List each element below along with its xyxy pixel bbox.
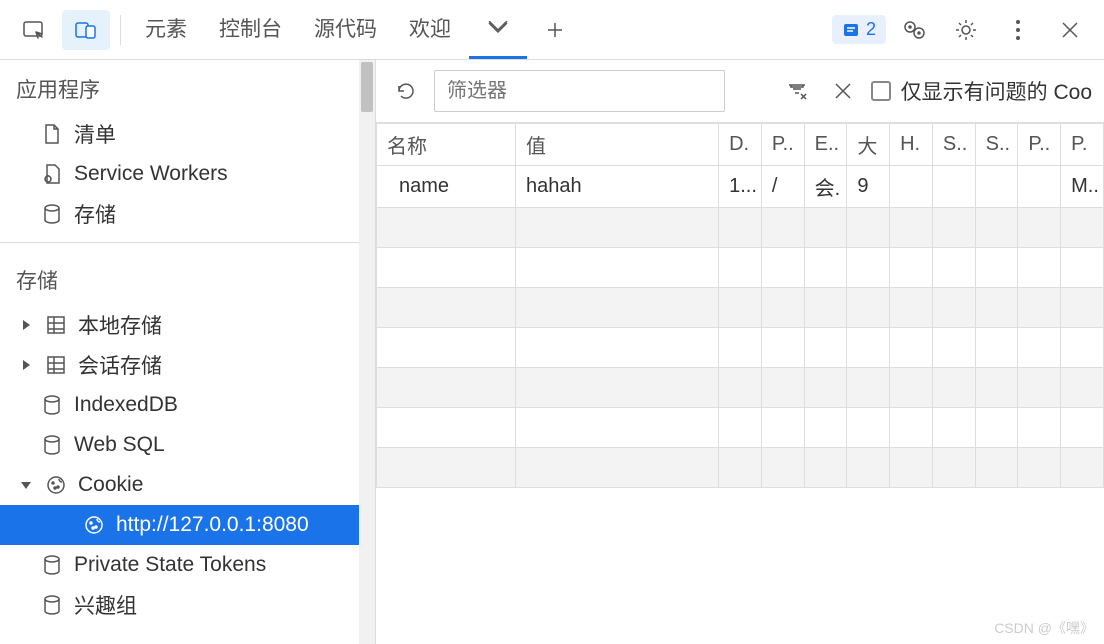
- table-row[interactable]: name hahah 1... / 会. 9 M..: [377, 166, 1104, 208]
- clear-filter-button[interactable]: [779, 73, 815, 109]
- scrollbar-track[interactable]: [359, 60, 375, 644]
- col-domain[interactable]: D.: [719, 124, 762, 166]
- col-value[interactable]: 值: [515, 124, 718, 166]
- filter-input[interactable]: [434, 70, 725, 112]
- sidebar-item-service-workers[interactable]: Service Workers: [0, 154, 375, 194]
- sidebar-item-private-state-tokens[interactable]: Private State Tokens: [0, 545, 375, 585]
- file-icon: [40, 122, 64, 146]
- table-row-empty: [377, 368, 1104, 408]
- sidebar-item-cookie-origin[interactable]: http://127.0.0.1:8080: [0, 505, 375, 545]
- issues-badge[interactable]: 2: [832, 15, 886, 44]
- expand-arrow-icon[interactable]: [18, 319, 34, 331]
- add-tab-button[interactable]: [531, 10, 579, 50]
- database-icon: [40, 593, 64, 617]
- kebab-menu-icon[interactable]: [994, 10, 1042, 50]
- sidebar-item-interest-groups[interactable]: 兴趣组: [0, 585, 375, 625]
- filter-bar: 仅显示有问题的 Coo: [376, 60, 1104, 123]
- sidebar-label: 兴趣组: [74, 590, 137, 620]
- top-toolbar: 元素 控制台 源代码 欢迎 2: [0, 0, 1104, 60]
- collapse-arrow-icon[interactable]: [18, 480, 34, 490]
- sidebar-label: http://127.0.0.1:8080: [116, 513, 309, 537]
- device-toolbar-icon[interactable]: [62, 10, 110, 50]
- cell-expires[interactable]: 会.: [804, 166, 847, 208]
- cookie-table: 名称 值 D. P.. E.. 大 H. S.. S.. P.. P.: [376, 123, 1104, 644]
- tab-elements[interactable]: 元素: [131, 1, 201, 59]
- only-issues-checkbox[interactable]: [871, 81, 891, 101]
- sidebar-item-storage-overview[interactable]: 存储: [0, 194, 375, 234]
- table-row-empty: [377, 248, 1104, 288]
- sidebar-label: 清单: [74, 119, 116, 149]
- col-size[interactable]: 大: [847, 124, 890, 166]
- sidebar-item-cookie[interactable]: Cookie: [0, 465, 375, 505]
- database-icon: [40, 553, 64, 577]
- sidebar-label: 会话存储: [78, 350, 162, 380]
- table-row-empty: [377, 448, 1104, 488]
- only-issues-label: 仅显示有问题的 Coo: [901, 76, 1092, 106]
- cookie-icon: [82, 513, 106, 537]
- separator: [120, 15, 121, 45]
- sidebar-item-manifest[interactable]: 清单: [0, 114, 375, 154]
- database-icon: [40, 393, 64, 417]
- table-row-empty: [377, 288, 1104, 328]
- gear-file-icon: [40, 162, 64, 186]
- inspect-element-icon[interactable]: [10, 10, 58, 50]
- cell-secure[interactable]: [932, 166, 975, 208]
- col-name[interactable]: 名称: [377, 124, 516, 166]
- close-devtools-icon[interactable]: [1046, 10, 1094, 50]
- watermark: CSDN @《嘿》: [994, 618, 1094, 638]
- sidebar-item-indexeddb[interactable]: IndexedDB: [0, 385, 375, 425]
- cell-domain[interactable]: 1...: [719, 166, 762, 208]
- tab-console[interactable]: 控制台: [205, 1, 296, 59]
- table-header-row: 名称 值 D. P.. E.. 大 H. S.. S.. P.. P.: [377, 124, 1104, 166]
- grid-icon: [44, 313, 68, 337]
- scrollbar-thumb[interactable]: [361, 62, 373, 112]
- col-samesite[interactable]: S..: [975, 124, 1018, 166]
- cell-httponly[interactable]: [890, 166, 933, 208]
- table-row-empty: [377, 408, 1104, 448]
- database-icon: [40, 202, 64, 226]
- grid-icon: [44, 353, 68, 377]
- database-icon: [40, 433, 64, 457]
- application-sidebar: 应用程序 清单 Service Workers 存储 存储 本地存储 会话存储 …: [0, 60, 376, 644]
- cell-size[interactable]: 9: [847, 166, 890, 208]
- col-expires[interactable]: E..: [804, 124, 847, 166]
- refresh-button[interactable]: [388, 73, 424, 109]
- tab-more-indicator[interactable]: [469, 1, 527, 59]
- col-secure[interactable]: S..: [932, 124, 975, 166]
- section-storage: 存储: [0, 251, 375, 305]
- col-priority[interactable]: P.: [1061, 124, 1104, 166]
- cell-value[interactable]: hahah: [515, 166, 718, 208]
- performance-icon[interactable]: [890, 10, 938, 50]
- cell-partition[interactable]: [1018, 166, 1061, 208]
- cookie-panel: 仅显示有问题的 Coo 名称 值 D. P.. E.. 大: [376, 60, 1104, 644]
- sidebar-item-session-storage[interactable]: 会话存储: [0, 345, 375, 385]
- sidebar-label: Web SQL: [74, 433, 165, 457]
- issues-count: 2: [866, 19, 876, 40]
- cell-path[interactable]: /: [761, 166, 804, 208]
- cookie-icon: [44, 473, 68, 497]
- sidebar-label: 存储: [74, 199, 116, 229]
- tab-sources[interactable]: 源代码: [300, 1, 391, 59]
- cell-priority[interactable]: M..: [1061, 166, 1104, 208]
- table-row-empty: [377, 328, 1104, 368]
- sidebar-label: 本地存储: [78, 310, 162, 340]
- cell-samesite[interactable]: [975, 166, 1018, 208]
- col-partition[interactable]: P..: [1018, 124, 1061, 166]
- sidebar-label: Service Workers: [74, 162, 228, 186]
- table-row-empty: [377, 208, 1104, 248]
- col-path[interactable]: P..: [761, 124, 804, 166]
- cell-name[interactable]: name: [377, 166, 516, 208]
- section-application: 应用程序: [0, 60, 375, 114]
- delete-cookie-button[interactable]: [825, 73, 861, 109]
- sidebar-label: IndexedDB: [74, 393, 178, 417]
- sidebar-item-local-storage[interactable]: 本地存储: [0, 305, 375, 345]
- sidebar-item-websql[interactable]: Web SQL: [0, 425, 375, 465]
- expand-arrow-icon[interactable]: [18, 359, 34, 371]
- col-httponly[interactable]: H.: [890, 124, 933, 166]
- settings-icon[interactable]: [942, 10, 990, 50]
- tab-welcome[interactable]: 欢迎: [395, 1, 465, 59]
- sidebar-label: Private State Tokens: [74, 553, 266, 577]
- sidebar-label: Cookie: [78, 473, 143, 497]
